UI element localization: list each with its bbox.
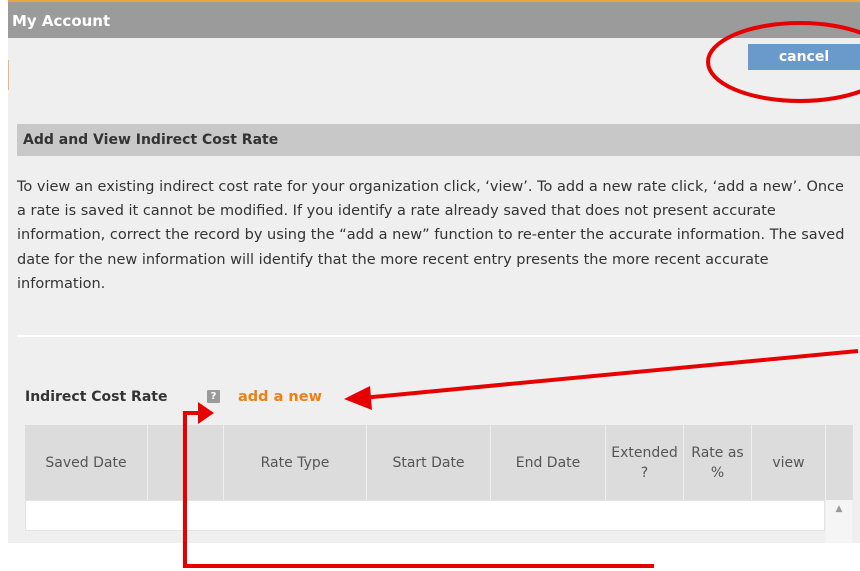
question-mark-icon[interactable]: ? bbox=[207, 390, 220, 403]
left-margin bbox=[0, 36, 8, 571]
accent-line bbox=[8, 60, 9, 90]
column-rate-type[interactable]: Rate Type bbox=[224, 425, 367, 500]
window-title: My Account bbox=[8, 0, 860, 38]
indirect-cost-rate-label: Indirect Cost Rate bbox=[25, 389, 168, 405]
column-view[interactable]: view bbox=[752, 425, 825, 500]
column-blank bbox=[148, 425, 224, 500]
section-title: Add and View Indirect Cost Rate bbox=[17, 124, 860, 156]
add-new-link[interactable]: add a new bbox=[238, 389, 322, 405]
scroll-header-spacer bbox=[825, 425, 853, 500]
rates-table-body bbox=[25, 500, 825, 531]
instructions-text: To view an existing indirect cost rate f… bbox=[17, 179, 845, 292]
rates-table-header: Saved Date Rate Type Start Date End Date… bbox=[25, 425, 825, 500]
column-saved-date[interactable]: Saved Date bbox=[25, 425, 148, 500]
column-end-date[interactable]: End Date bbox=[491, 425, 606, 500]
divider bbox=[17, 335, 860, 337]
column-start-date[interactable]: Start Date bbox=[367, 425, 491, 500]
column-extended[interactable]: Extended ? bbox=[606, 425, 684, 500]
chevron-up-icon[interactable]: ▲ bbox=[836, 504, 843, 514]
cancel-button[interactable]: cancel bbox=[748, 44, 860, 70]
column-rate-percent[interactable]: Rate as % bbox=[684, 425, 752, 500]
scrollbar[interactable]: ▲ bbox=[826, 500, 852, 543]
